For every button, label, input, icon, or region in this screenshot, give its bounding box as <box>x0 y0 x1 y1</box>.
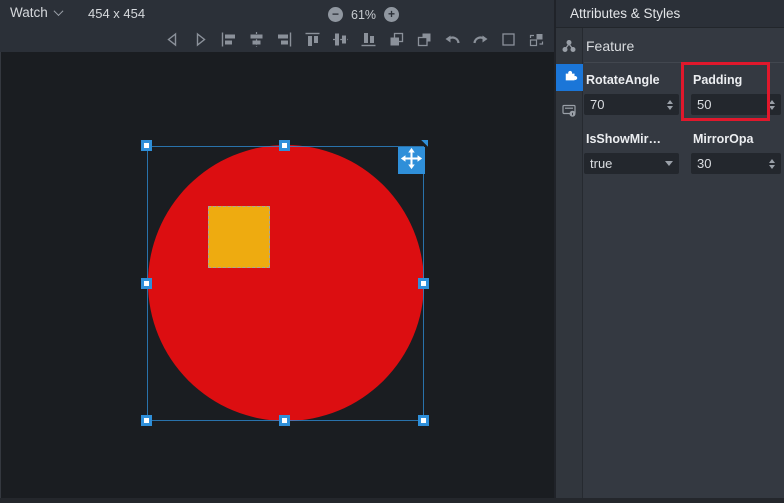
red-circle-shape[interactable] <box>148 145 424 421</box>
selection-handle-bottom-right[interactable] <box>418 415 429 426</box>
section-title: Feature <box>586 38 634 54</box>
zoom-controls: − 61% + <box>328 7 399 22</box>
field-padding: Padding 50 <box>691 73 781 115</box>
panel-tab-strip <box>556 28 583 498</box>
spin-up-icon[interactable] <box>769 159 775 163</box>
align-left-icon[interactable] <box>220 31 237 48</box>
selection-box-icon[interactable] <box>500 31 517 48</box>
chevron-down-icon <box>53 6 63 16</box>
orange-square-shape[interactable] <box>208 206 270 268</box>
redo-icon[interactable] <box>472 31 489 48</box>
align-bottom-icon[interactable] <box>360 31 377 48</box>
spinner-arrows[interactable] <box>667 100 673 110</box>
rotate-angle-input[interactable]: 70 <box>584 94 679 115</box>
align-right-icon[interactable] <box>276 31 293 48</box>
toolbar <box>164 31 545 48</box>
tab-styles-info-icon[interactable] <box>561 102 577 118</box>
zoom-out-button[interactable]: − <box>328 7 343 22</box>
is-show-mirror-value: true <box>590 156 612 171</box>
selection-handle-bottom-center[interactable] <box>279 415 290 426</box>
device-label: Watch <box>10 5 48 20</box>
spinner-arrows[interactable] <box>769 100 775 110</box>
move-icon <box>399 146 424 176</box>
panel-title: Attributes & Styles <box>556 0 784 28</box>
attributes-panel: Attributes & Styles <box>554 0 784 503</box>
rotate-angle-value: 70 <box>590 97 604 112</box>
align-center-horizontal-icon[interactable] <box>248 31 265 48</box>
align-top-icon[interactable] <box>304 31 321 48</box>
device-select-dropdown[interactable]: Watch <box>10 5 62 20</box>
puzzle-icon <box>562 67 578 88</box>
bottom-edge-strip <box>0 498 784 503</box>
spin-down-icon[interactable] <box>769 106 775 110</box>
field-label: MirrorOpa <box>693 132 781 146</box>
undo-icon[interactable] <box>444 31 461 48</box>
bring-forward-icon[interactable] <box>388 31 405 48</box>
nav-back-icon[interactable] <box>164 31 181 48</box>
feature-fields: RotateAngle 70 Padding 50 IsShowMir… tru… <box>584 73 781 174</box>
watch-face-editor: Watch 454 x 454 − 61% + <box>0 0 784 503</box>
padding-input[interactable]: 50 <box>691 94 781 115</box>
selection-handle-top-left[interactable] <box>141 140 152 151</box>
zoom-in-button[interactable]: + <box>384 7 399 22</box>
is-show-mirror-select[interactable]: true <box>584 153 679 174</box>
selection-handle-mid-left[interactable] <box>141 278 152 289</box>
tab-feature-selected[interactable] <box>556 64 583 91</box>
section-divider <box>584 62 784 63</box>
selection-handle-mid-right[interactable] <box>418 278 429 289</box>
selection-handle-bottom-left[interactable] <box>141 415 152 426</box>
field-is-show-mirror: IsShowMir… true <box>584 132 679 174</box>
padding-value: 50 <box>697 97 711 112</box>
mirror-opa-value: 30 <box>697 156 711 171</box>
send-backward-icon[interactable] <box>416 31 433 48</box>
spin-up-icon[interactable] <box>769 100 775 104</box>
zoom-level-label: 61% <box>351 8 376 22</box>
move-tool-button[interactable] <box>398 147 425 174</box>
align-middle-vertical-icon[interactable] <box>332 31 349 48</box>
mirror-opa-input[interactable]: 30 <box>691 153 781 174</box>
nav-forward-icon[interactable] <box>192 31 209 48</box>
header-bar: Watch 454 x 454 − 61% + <box>0 0 554 52</box>
field-label: IsShowMir… <box>586 132 679 146</box>
canvas-size-label: 454 x 454 <box>88 6 145 21</box>
design-canvas[interactable] <box>0 52 554 498</box>
field-mirror-opa: MirrorOpa 30 <box>691 132 781 174</box>
spin-down-icon[interactable] <box>769 165 775 169</box>
spin-down-icon[interactable] <box>667 106 673 110</box>
dropdown-chevron-icon[interactable] <box>665 161 673 166</box>
selection-handle-top-center[interactable] <box>279 140 290 151</box>
spinner-arrows[interactable] <box>769 159 775 169</box>
field-label: RotateAngle <box>586 73 679 87</box>
field-label: Padding <box>693 73 781 87</box>
swap-icon[interactable] <box>528 31 545 48</box>
group-icon[interactable] <box>561 38 577 54</box>
spin-up-icon[interactable] <box>667 100 673 104</box>
field-rotate-angle: RotateAngle 70 <box>584 73 679 115</box>
